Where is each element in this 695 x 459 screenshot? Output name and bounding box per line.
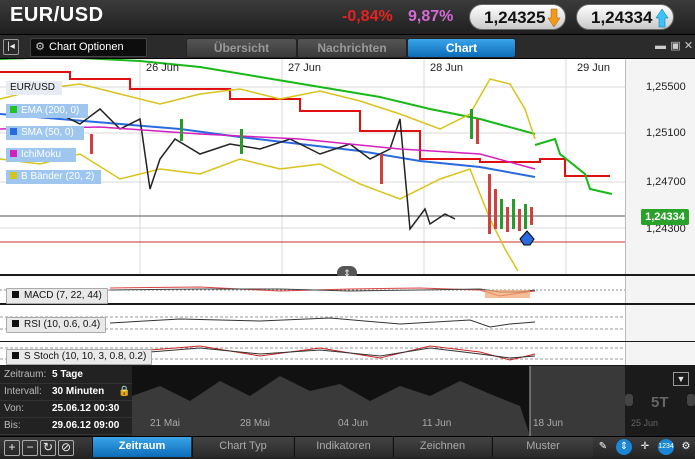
range-selector[interactable]: ▼ 5T 25 Jun [625, 366, 695, 436]
settings-icon[interactable]: ⚙ [678, 439, 694, 455]
x-tick-label: 29 Jun [577, 62, 611, 74]
navigator-x-label: 21 Mai [150, 418, 181, 429]
minimize-icon[interactable]: ▬ [654, 40, 667, 53]
gear-icon: ⚙ [35, 41, 45, 53]
x-tick-label: 27 Jun [288, 62, 322, 74]
info-row: Von: 25.06.12 00:30 [0, 400, 132, 418]
zoom-out-button[interactable]: − [22, 440, 38, 456]
ema-color-swatch [10, 106, 17, 113]
current-price-badge: 1,24334 [641, 209, 689, 225]
stoch-axis [625, 342, 695, 365]
navigator-x-label: 04 Jun [338, 418, 369, 429]
navigator-x-label: 11 Jun [422, 418, 452, 429]
price-chart-canvas [0, 55, 625, 274]
y-tick-label: 1,24700 [646, 176, 686, 188]
legend-eurusd[interactable]: EUR/USD [6, 81, 62, 95]
change-percent: 9,87% [408, 8, 454, 25]
range-small-label: 25 Jun [631, 418, 659, 428]
legend-bollinger[interactable]: B Bänder (20, 2) [6, 170, 101, 184]
range-label: 5T [651, 394, 669, 411]
bollinger-color-swatch [10, 172, 17, 179]
navigator-x-label: 28 Mai [240, 418, 271, 429]
zoom-in-button[interactable]: + [4, 440, 20, 456]
info-row: Bis: 29.06.12 09:00 [0, 417, 132, 435]
close-icon[interactable]: ✕ [682, 40, 695, 53]
rsi-label[interactable]: RSI (10, 0.6, 0.4) [6, 317, 107, 333]
legend-ichimoku[interactable]: IchiMoku [6, 148, 76, 162]
tab-indicators[interactable]: Indikatoren [294, 437, 392, 457]
info-row: Zeitraum: 5 Tage [0, 366, 132, 384]
legend-ema[interactable]: EMA (200, 0) [6, 104, 88, 118]
tab-chart[interactable]: Chart [407, 38, 516, 58]
stoch-color-swatch [12, 352, 19, 359]
scroll-down-icon[interactable]: ▼ [673, 372, 689, 386]
tab-overview[interactable]: Übersicht [186, 38, 297, 58]
ichimoku-color-swatch [10, 150, 17, 157]
tab-patterns[interactable]: Muster [492, 437, 593, 457]
tab-news[interactable]: Nachrichten [297, 38, 407, 58]
cancel-icon[interactable]: ⊘ [58, 440, 74, 456]
macd-color-swatch [12, 291, 19, 298]
range-info-panel: Zeitraum: 5 Tage Intervall: 30 Minuten 🔒 Vo… [0, 366, 132, 436]
refresh-icon[interactable]: ↻ [40, 440, 56, 456]
ask-price: 1,24334 [591, 8, 653, 27]
macd-label[interactable]: MACD (7, 22, 44) [6, 288, 108, 304]
rsi-axis [625, 305, 695, 341]
range-left-handle[interactable] [625, 394, 633, 406]
bid-price-button[interactable]: 1,24325 [469, 4, 566, 30]
info-row: Intervall: 30 Minuten 🔒 [0, 383, 132, 401]
badge-icon[interactable]: 1234 [658, 439, 674, 455]
collapse-panel-icon[interactable]: |◂ [3, 39, 19, 55]
rsi-color-swatch [12, 320, 19, 327]
y-tick-label: 1,25100 [646, 127, 686, 139]
change-value: -0,84% [342, 8, 393, 25]
up-arrow-icon [655, 8, 669, 28]
range-right-handle[interactable] [687, 394, 695, 406]
macd-axis [625, 276, 695, 303]
ask-price-button[interactable]: 1,24334 [576, 4, 674, 30]
lock-icon[interactable]: 🔒 [118, 383, 130, 400]
stoch-label[interactable]: S Stoch (10, 10, 3, 0.8, 0.2) [6, 349, 153, 365]
ema-extension [534, 137, 613, 195]
price-chart[interactable] [0, 55, 625, 274]
bid-price: 1,24325 [484, 8, 546, 27]
tab-drawing[interactable]: Zeichnen [393, 437, 491, 457]
instrument-title: EUR/USD [10, 4, 104, 26]
chart-options-button[interactable]: ⚙ Chart Optionen [30, 38, 147, 57]
crosshair-icon[interactable]: ✛ [637, 439, 653, 455]
pencil-icon[interactable]: ✎ [595, 439, 611, 455]
vertical-arrows-icon[interactable]: ⇕ [616, 439, 632, 455]
down-arrow-icon [547, 8, 561, 28]
eurusd-price-line [59, 108, 456, 232]
maximize-icon[interactable]: ▣ [669, 40, 682, 53]
tab-chart-type[interactable]: Chart Typ [192, 437, 293, 457]
sma-color-swatch [10, 128, 17, 135]
y-tick-label: 1,25500 [646, 81, 686, 93]
x-tick-label: 28 Jun [430, 62, 464, 74]
x-tick-label: 26 Jun [146, 62, 180, 74]
buy-marker-icon[interactable] [519, 230, 535, 246]
navigator-x-label: 18 Jun [533, 418, 564, 429]
legend-sma[interactable]: SMA (50, 0) [6, 126, 84, 140]
tab-zeitraum[interactable]: Zeitraum [92, 437, 191, 457]
